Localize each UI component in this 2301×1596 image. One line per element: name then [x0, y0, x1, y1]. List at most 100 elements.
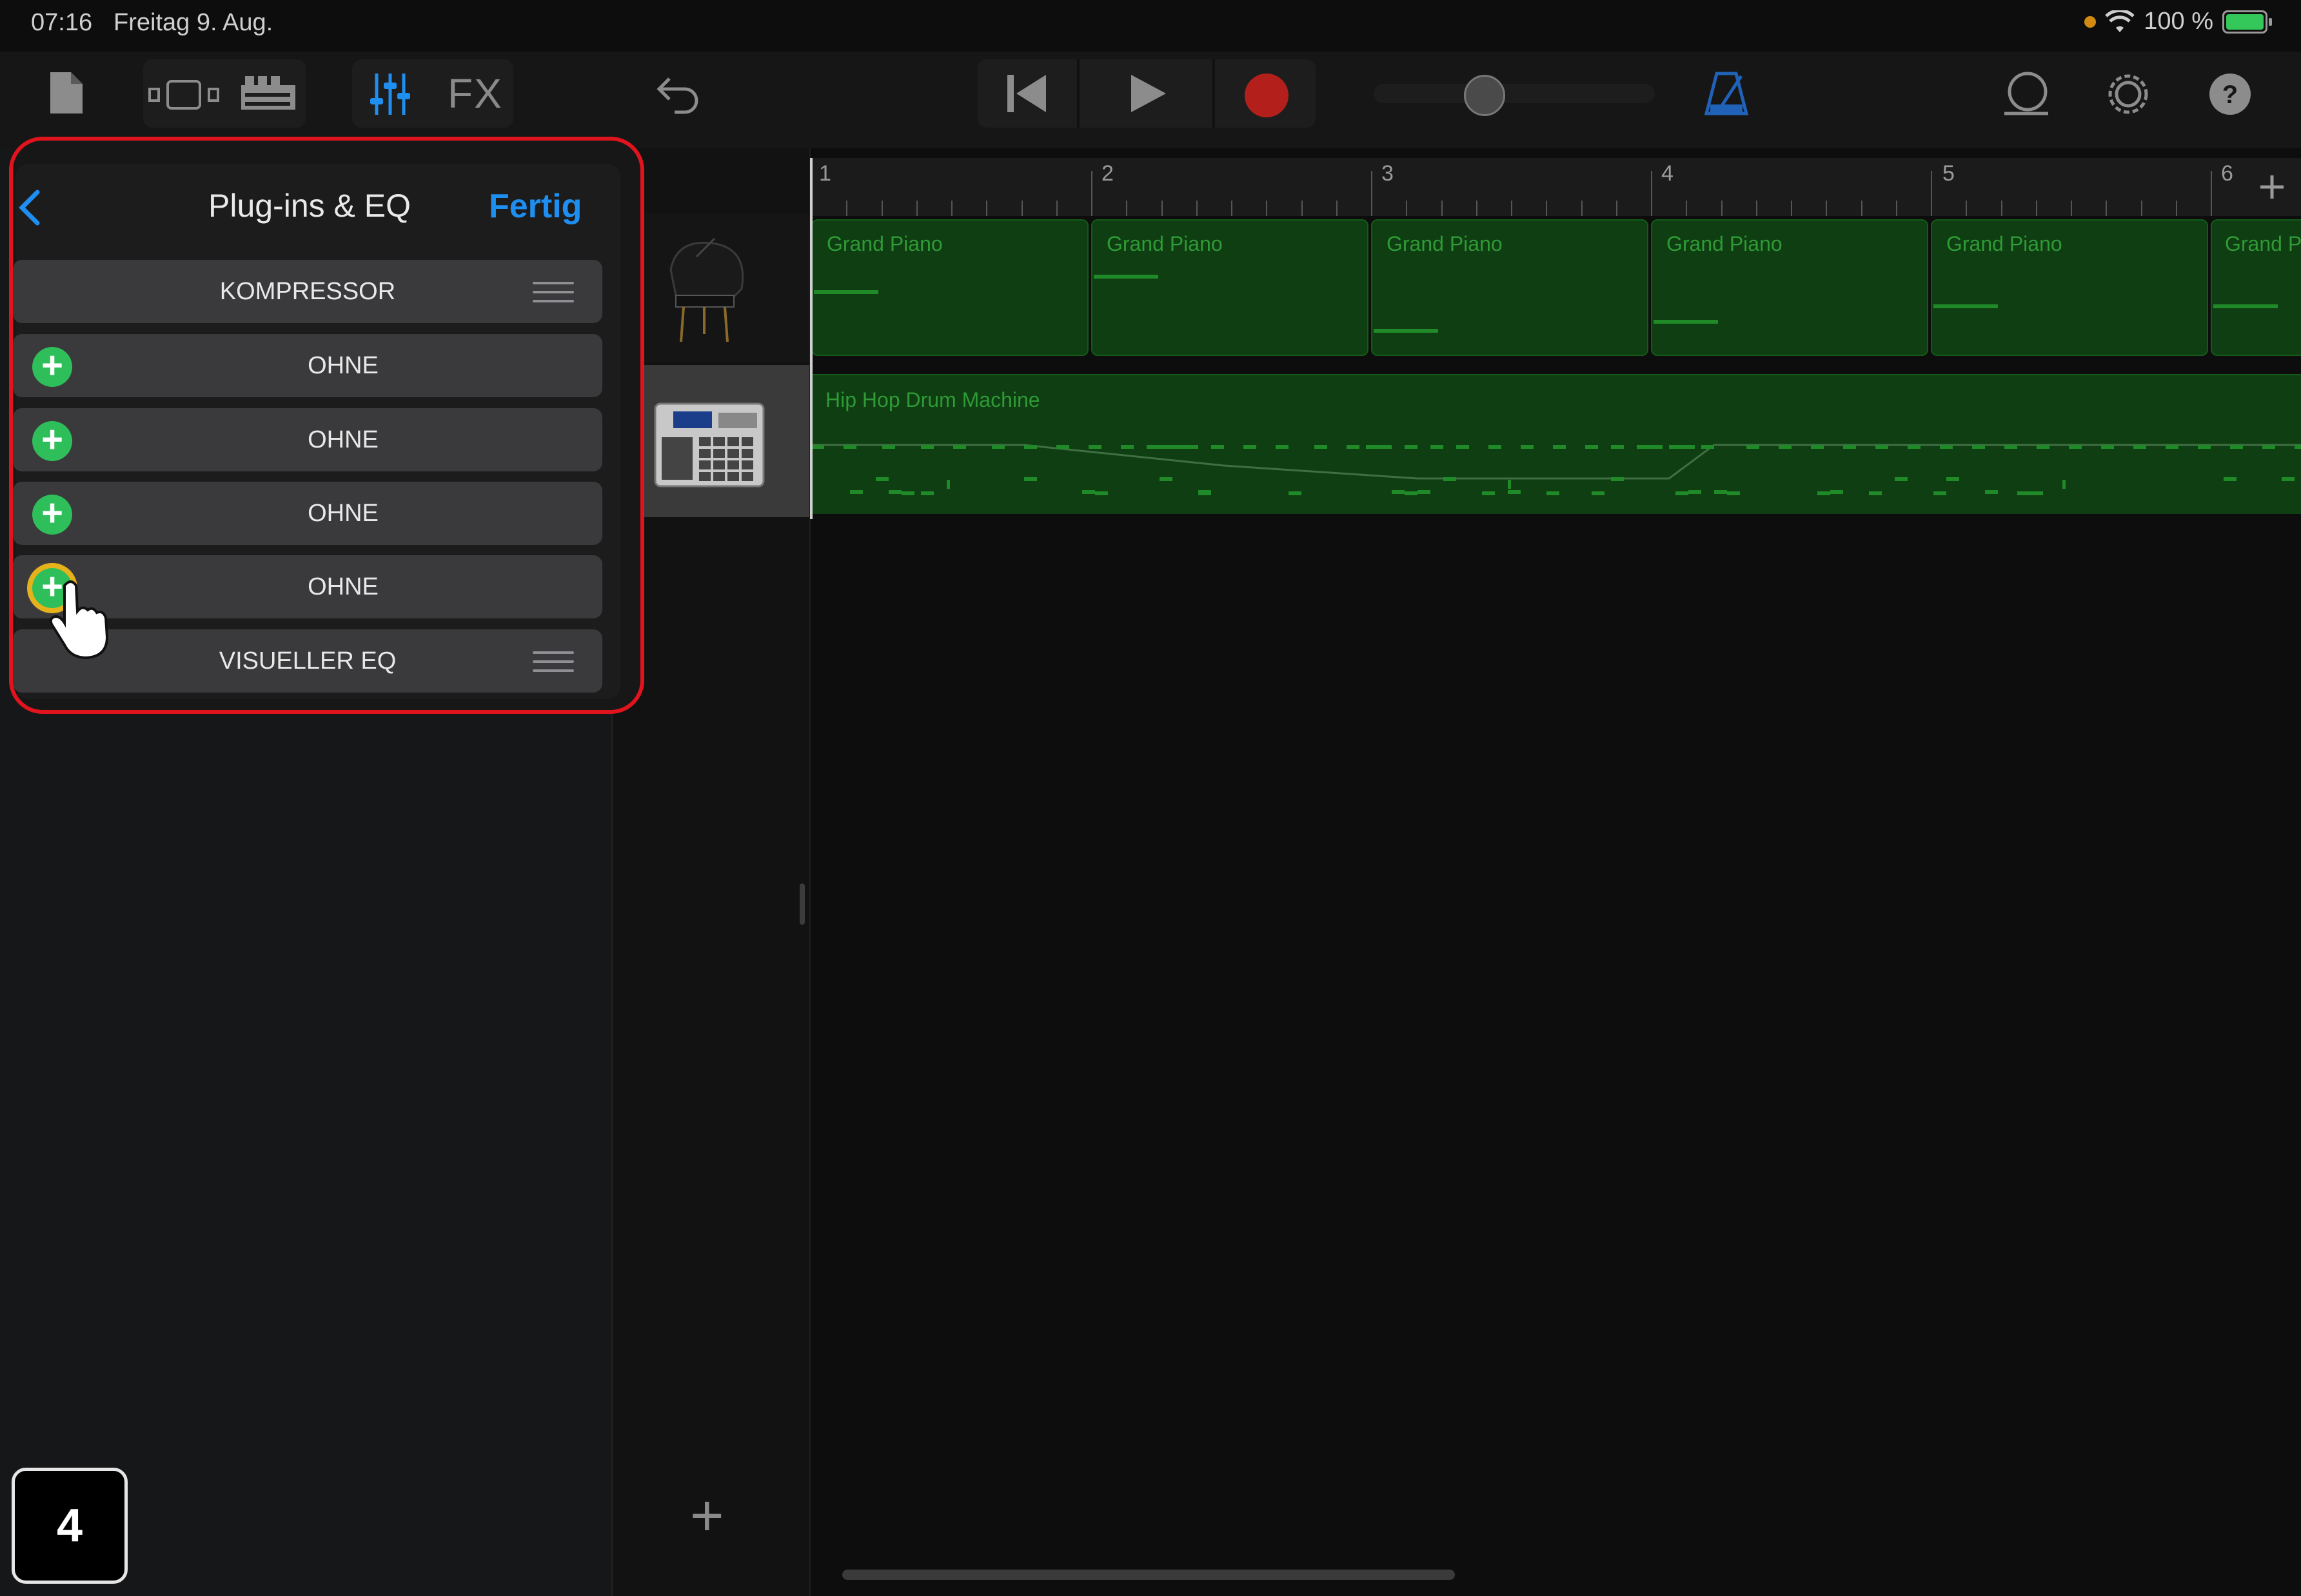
drum-hit [1637, 445, 1650, 449]
drum-hit [2230, 445, 2243, 449]
ruler-tick [1791, 201, 1792, 216]
drum-hit [1024, 477, 1037, 481]
ruler-tick [1091, 171, 1092, 216]
drum-hit [876, 477, 889, 481]
add-plugin-icon[interactable]: + [32, 495, 72, 535]
piano-region[interactable]: Grand Piano [1091, 219, 1368, 356]
add-track-button[interactable]: + [690, 1483, 724, 1550]
plugin-slot-empty[interactable]: + OHNE [13, 334, 602, 397]
fx-button[interactable]: FX [448, 70, 503, 117]
plugin-slot-label: OHNE [308, 426, 379, 453]
ruler-tick [1686, 201, 1688, 216]
drum-hit [1443, 477, 1456, 481]
ruler-tick [1476, 201, 1477, 216]
loop-browser-icon[interactable] [2002, 71, 2051, 116]
drum-hit [1553, 445, 1566, 449]
drum-region[interactable]: Hip Hop Drum Machine [811, 374, 2301, 514]
ruler-tick [1931, 171, 1932, 216]
plugin-slot-empty[interactable]: + OHNE [13, 408, 602, 471]
help-icon[interactable]: ? [2208, 72, 2252, 116]
bar-number: 2 [1101, 161, 1114, 186]
drum-hit [1701, 445, 1714, 449]
bar-number: 4 [1661, 161, 1674, 186]
drum-hit [1817, 491, 1830, 495]
reorder-handle-icon[interactable] [533, 282, 574, 309]
my-songs-icon[interactable] [48, 70, 85, 116]
drum-hit [882, 445, 895, 449]
timeline-ruler[interactable] [810, 158, 2301, 216]
mixer-icon[interactable] [369, 71, 411, 117]
ruler-tick [1266, 201, 1268, 216]
drum-hit [1024, 445, 1037, 449]
drum-hit [1592, 491, 1605, 495]
settings-gear-icon[interactable] [2104, 70, 2153, 119]
drum-hit [1082, 490, 1095, 494]
ruler-tick [1721, 201, 1723, 216]
drum-hit [1379, 445, 1392, 449]
piano-region[interactable]: Grand Piano [1651, 219, 1928, 356]
drum-hit [1430, 445, 1443, 449]
drum-hit [1682, 445, 1695, 449]
ruler-tick [1406, 201, 1408, 216]
add-plugin-icon[interactable]: + [32, 421, 72, 461]
piano-region[interactable]: Grand Piano [1931, 219, 2208, 356]
drum-hit [1392, 490, 1405, 494]
ruler-tick [846, 201, 848, 216]
bar-number: 6 [2221, 161, 2233, 186]
back-chevron-icon[interactable] [17, 188, 43, 227]
status-indicators: 100 % [2084, 8, 2272, 35]
popover-title: Plug-ins & EQ [208, 188, 411, 224]
drum-hit [2198, 445, 2211, 449]
drum-hit [1985, 490, 1998, 494]
ruler-tick [1826, 201, 1828, 216]
playhead[interactable] [810, 158, 813, 519]
drum-hit [1172, 445, 1185, 449]
svg-text:?: ? [2222, 81, 2238, 109]
drum-hit [1521, 445, 1534, 449]
ruler-tick [2211, 171, 2212, 216]
drum-hit [850, 490, 863, 494]
piano-region[interactable]: Grand Piano [811, 219, 1089, 356]
drum-hit [2101, 445, 2114, 449]
volume-slider-knob[interactable] [1464, 75, 1505, 116]
piano-region[interactable]: Grand Piano [1371, 219, 1648, 356]
volume-slider-track[interactable] [1374, 84, 1655, 103]
ruler-tick [1441, 201, 1443, 216]
add-section-button[interactable] [2243, 159, 2301, 215]
metronome-icon[interactable] [1704, 70, 1749, 117]
record-icon[interactable] [1243, 72, 1290, 119]
plugin-slot-compressor[interactable]: KOMPRESSOR [13, 260, 602, 323]
tracks-view-icon[interactable] [148, 79, 219, 111]
ruler-tick [1546, 201, 1548, 216]
horizontal-scrollbar[interactable] [842, 1570, 1455, 1580]
status-date: Freitag 9. Aug. [114, 9, 273, 36]
ruler-tick [2000, 201, 2002, 216]
play-icon[interactable] [1129, 72, 1169, 115]
ruler-tick [2106, 201, 2108, 216]
drum-hit [1347, 445, 1359, 449]
status-time: 07:16 [31, 9, 93, 36]
undo-icon[interactable] [655, 72, 700, 115]
plugin-slot-empty[interactable]: + OHNE [13, 482, 602, 545]
drum-hit [1875, 445, 1888, 449]
drum-hit [1650, 445, 1663, 449]
drum-machine-icon [654, 402, 765, 488]
piano-region[interactable]: Grand P [2211, 219, 2301, 356]
keyboard-view-icon[interactable] [239, 74, 298, 112]
drum-hit [1160, 477, 1172, 481]
drum-hit [1727, 491, 1740, 495]
column-resize-handle[interactable] [800, 883, 805, 925]
drum-hit [1972, 445, 1985, 449]
drum-hit [1417, 490, 1430, 494]
drum-hit [1289, 491, 1301, 495]
drum-hit [1669, 445, 1682, 449]
drum-hit [902, 491, 914, 495]
drum-hit [953, 445, 966, 449]
rewind-icon[interactable] [1005, 72, 1050, 115]
reorder-handle-icon[interactable] [533, 651, 574, 678]
ruler-tick [1126, 201, 1128, 216]
ruler-tick [1895, 201, 1897, 216]
done-button[interactable]: Fertig [489, 187, 582, 226]
drum-hit [1405, 445, 1417, 449]
add-plugin-icon[interactable]: + [32, 347, 72, 387]
